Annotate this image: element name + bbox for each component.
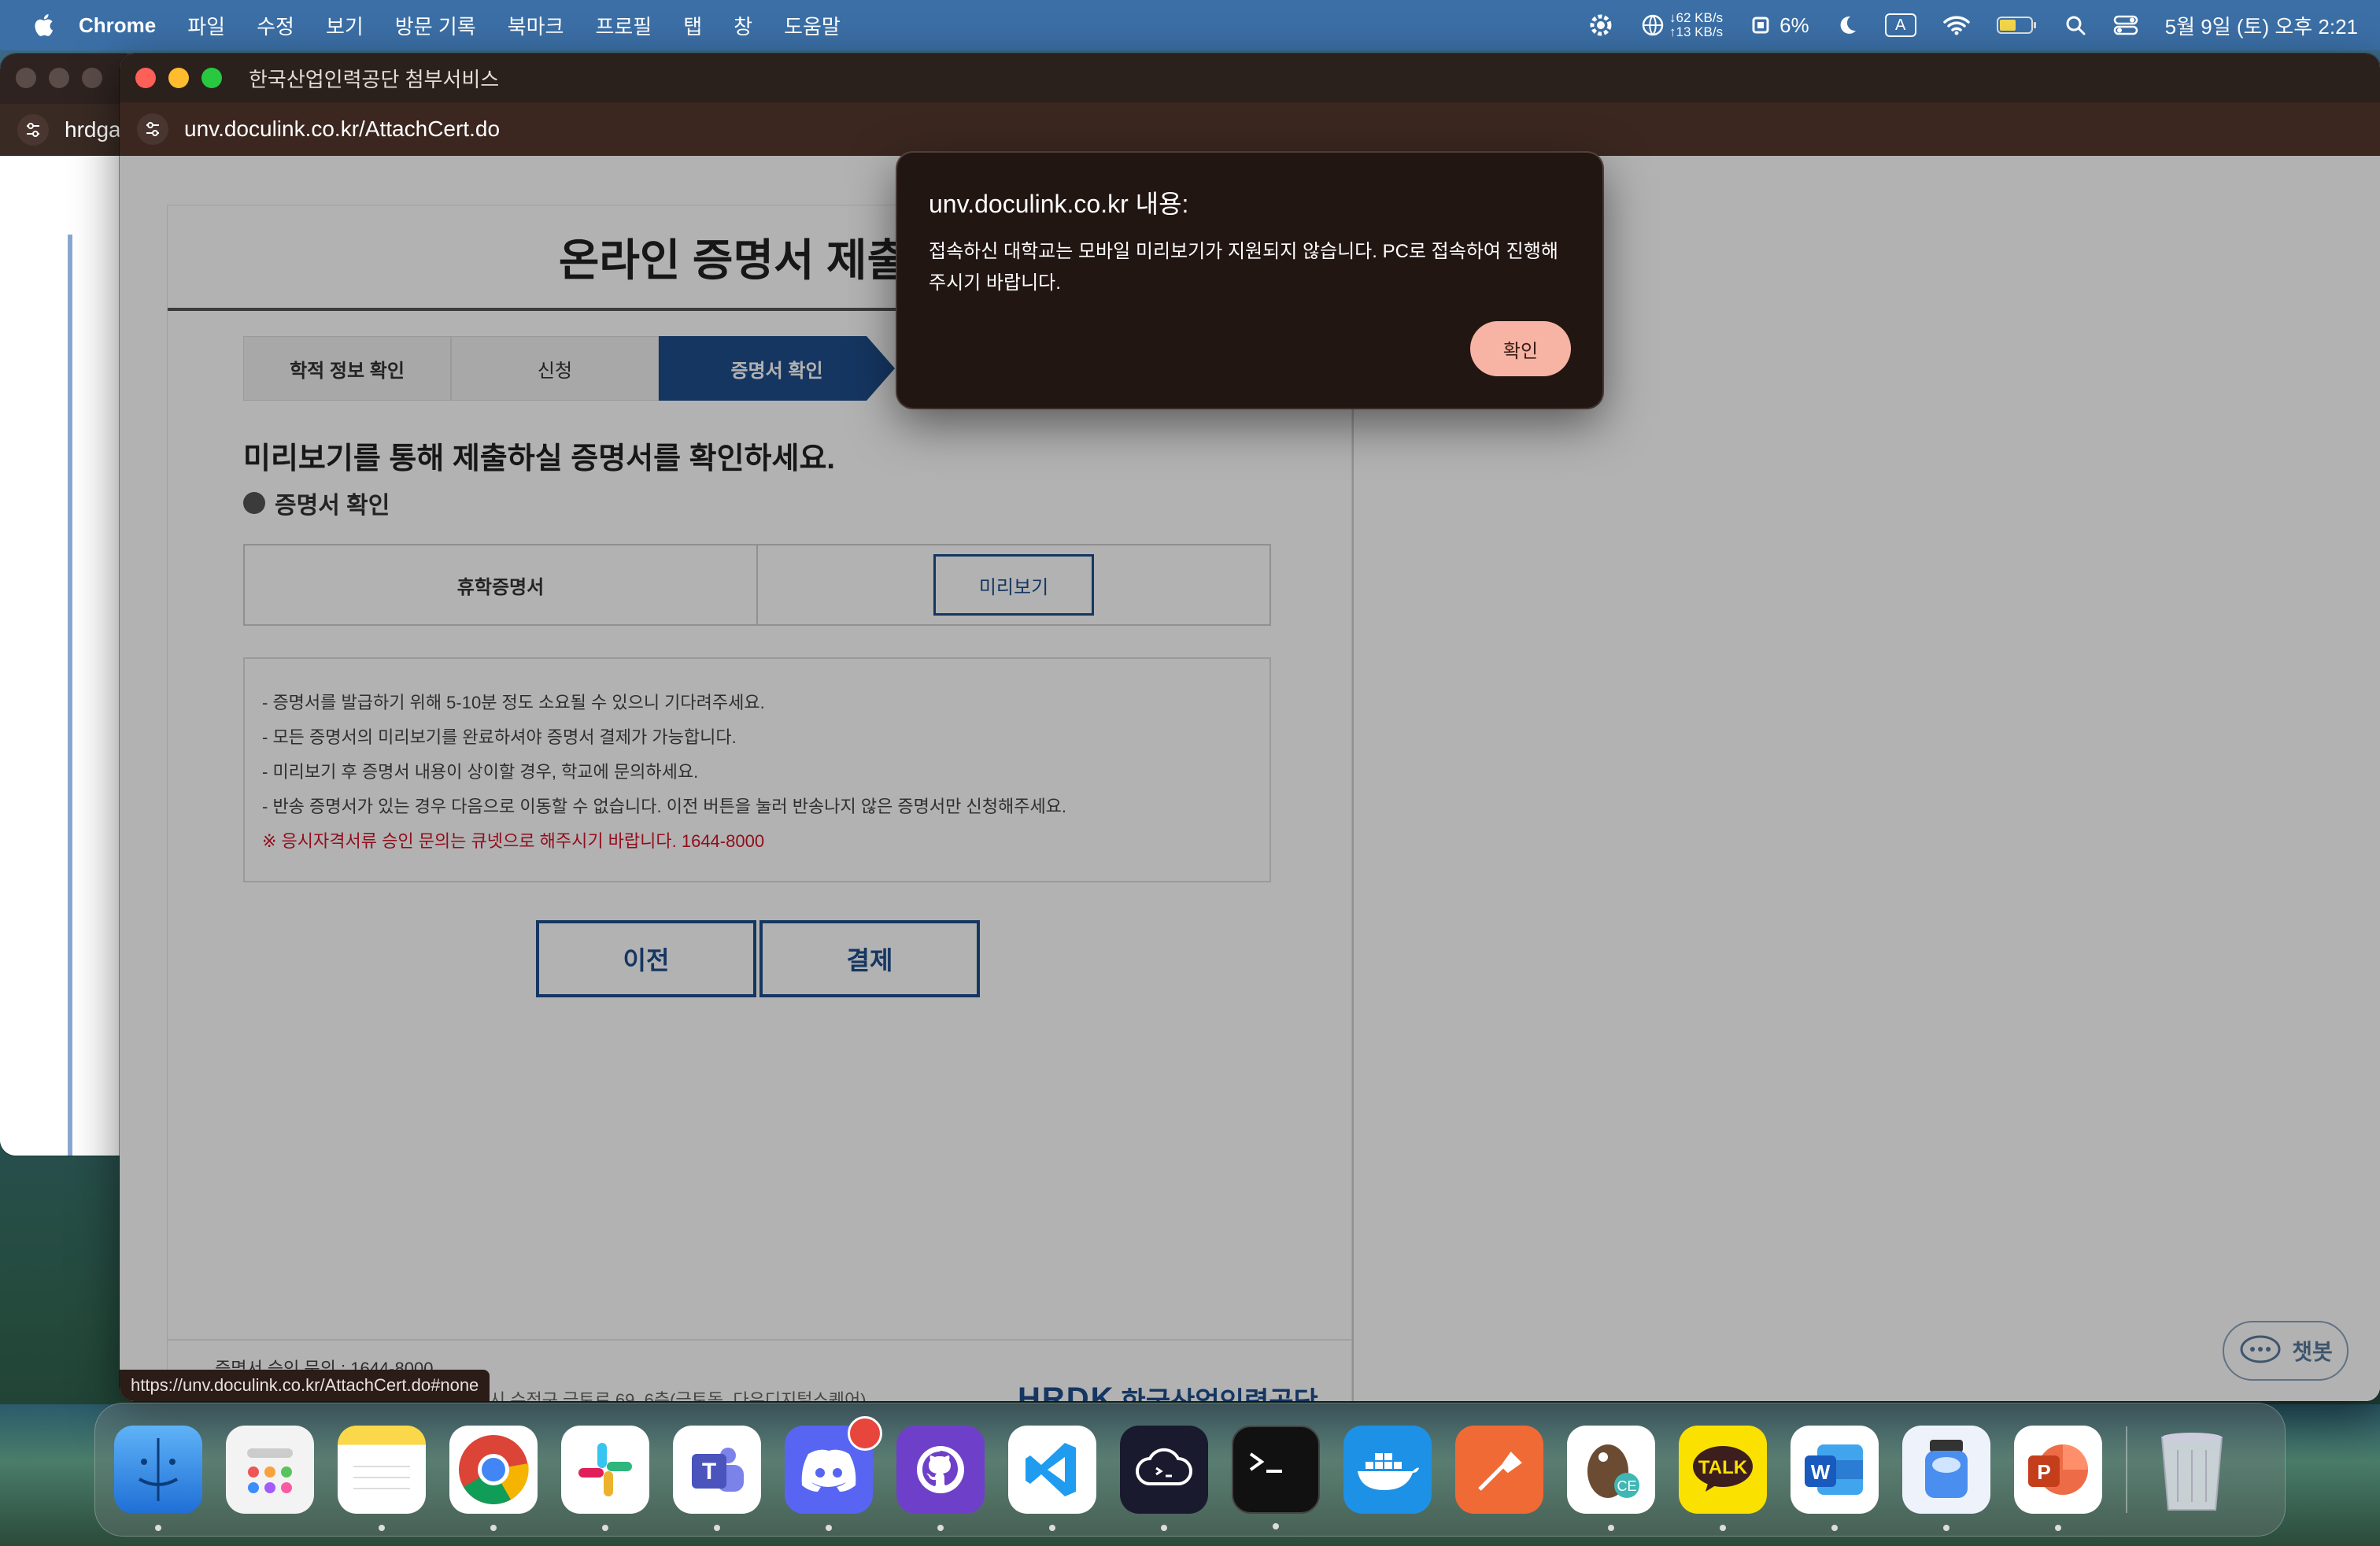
menu-profiles[interactable]: 프로필: [595, 11, 652, 40]
running-indicator: [1720, 1525, 1726, 1531]
net-up-rate: ↑13 KB/s: [1669, 24, 1724, 39]
search-icon[interactable]: [2064, 14, 2086, 36]
running-indicator: [937, 1525, 944, 1531]
apple-menu-icon[interactable]: [33, 12, 57, 39]
svg-text:T: T: [702, 1459, 716, 1485]
status-bar-url: https://unv.doculink.co.kr/AttachCert.do…: [120, 1370, 490, 1401]
menu-edit[interactable]: 수정: [257, 11, 294, 40]
dialog-title: unv.doculink.co.kr 내용:: [929, 190, 1189, 218]
menu-file[interactable]: 파일: [187, 11, 225, 40]
chatgpt-icon[interactable]: [1120, 1426, 1208, 1531]
svg-text:TALK: TALK: [1698, 1457, 1748, 1478]
running-indicator: [1831, 1525, 1838, 1531]
dialog-message: 접속하신 대학교는 모바일 미리보기가 지원되지 않습니다. PC로 접속하여 …: [929, 241, 1558, 294]
menu-bookmarks[interactable]: 북마크: [508, 11, 564, 40]
powerpoint-icon[interactable]: P: [2014, 1426, 2102, 1531]
notes-icon[interactable]: [338, 1426, 426, 1531]
wifi-icon[interactable]: [1942, 15, 1970, 35]
minimize-icon[interactable]: [168, 68, 189, 88]
running-indicator: [379, 1525, 385, 1531]
postman-icon[interactable]: [1455, 1426, 1543, 1514]
svg-text:W: W: [1811, 1460, 1831, 1484]
running-indicator: [490, 1525, 497, 1531]
minimize-icon[interactable]: [49, 68, 69, 88]
finder-icon[interactable]: [114, 1426, 202, 1531]
cpu-usage: 6%: [1779, 13, 1809, 37]
discord-icon[interactable]: [785, 1416, 882, 1531]
zoom-icon[interactable]: [82, 68, 102, 88]
terminal-icon[interactable]: [1232, 1426, 1320, 1529]
menu-history[interactable]: 방문 기록: [395, 11, 476, 40]
background-url: hrdga: [65, 117, 121, 142]
dock: T CE TALK W P: [94, 1403, 2286, 1537]
running-indicator: [826, 1525, 832, 1531]
menubar-clock[interactable]: 5월 9일 (토) 오후 2:21: [2165, 11, 2358, 40]
vscode-icon[interactable]: [1008, 1426, 1096, 1531]
gear-icon[interactable]: [1587, 12, 1614, 39]
trash-icon[interactable]: [2148, 1426, 2236, 1514]
zoom-icon[interactable]: [201, 68, 222, 88]
menu-bar: Chrome 파일 수정 보기 방문 기록 북마크 프로필 탭 창 도움말 ↓6…: [0, 0, 2380, 50]
running-indicator: [2055, 1525, 2061, 1531]
notification-badge: [848, 1416, 882, 1451]
cpu-icon: [1752, 17, 1769, 34]
dbeaver-icon[interactable]: CE: [1567, 1426, 1655, 1531]
menu-tab[interactable]: 탭: [683, 11, 702, 40]
site-settings-icon[interactable]: [17, 114, 49, 146]
running-indicator: [1161, 1525, 1167, 1531]
menu-window[interactable]: 창: [734, 11, 752, 40]
running-indicator: [1273, 1523, 1279, 1529]
kakaotalk-icon[interactable]: TALK: [1679, 1426, 1767, 1531]
net-down-rate: ↓62 KB/s: [1669, 10, 1724, 25]
dock-separator: [2126, 1426, 2127, 1513]
network-monitor[interactable]: ↓62 KB/s ↑13 KB/s: [1641, 11, 1723, 39]
cpu-monitor[interactable]: 6%: [1750, 13, 1809, 38]
running-indicator: [714, 1525, 720, 1531]
running-indicator: [602, 1525, 608, 1531]
site-settings-icon[interactable]: [137, 113, 168, 145]
word-icon[interactable]: W: [1791, 1426, 1879, 1531]
teams-icon[interactable]: T: [673, 1426, 761, 1531]
docker-icon[interactable]: [1343, 1426, 1432, 1514]
menu-help[interactable]: 도움말: [784, 11, 841, 40]
address-bar[interactable]: unv.doculink.co.kr/AttachCert.do: [120, 102, 2380, 156]
input-source-indicator[interactable]: A: [1884, 13, 1916, 37]
running-indicator: [1608, 1525, 1614, 1531]
preview-icon[interactable]: [1902, 1426, 1990, 1531]
close-icon[interactable]: [16, 68, 36, 88]
dialog-ok-button[interactable]: 확인: [1470, 321, 1571, 376]
url-text[interactable]: unv.doculink.co.kr/AttachCert.do: [184, 117, 500, 142]
control-center-icon[interactable]: [2113, 14, 2138, 36]
chrome-icon[interactable]: [449, 1426, 538, 1531]
menu-app-name[interactable]: Chrome: [79, 13, 156, 38]
running-indicator: [1943, 1525, 1949, 1531]
svg-text:P: P: [2037, 1460, 2050, 1484]
globe-icon: [1642, 14, 1664, 36]
github-desktop-icon[interactable]: [896, 1426, 985, 1531]
running-indicator: [155, 1525, 161, 1531]
window-title: 한국산업인력공단 첨부서비스: [249, 67, 500, 91]
alert-dialog: unv.doculink.co.kr 내용: 접속하신 대학교는 모바일 미리보…: [897, 153, 1602, 408]
launchpad-icon[interactable]: [226, 1426, 314, 1514]
svg-text:CE: CE: [1617, 1478, 1636, 1494]
moon-icon[interactable]: [1836, 14, 1858, 36]
menu-view[interactable]: 보기: [326, 11, 364, 40]
close-icon[interactable]: [135, 68, 156, 88]
battery-icon[interactable]: [1996, 15, 2038, 35]
window-titlebar: 한국산업인력공단 첨부서비스: [120, 54, 2380, 102]
running-indicator: [1049, 1525, 1055, 1531]
input-source-label: A: [1894, 16, 1906, 34]
slack-icon[interactable]: [561, 1426, 649, 1531]
